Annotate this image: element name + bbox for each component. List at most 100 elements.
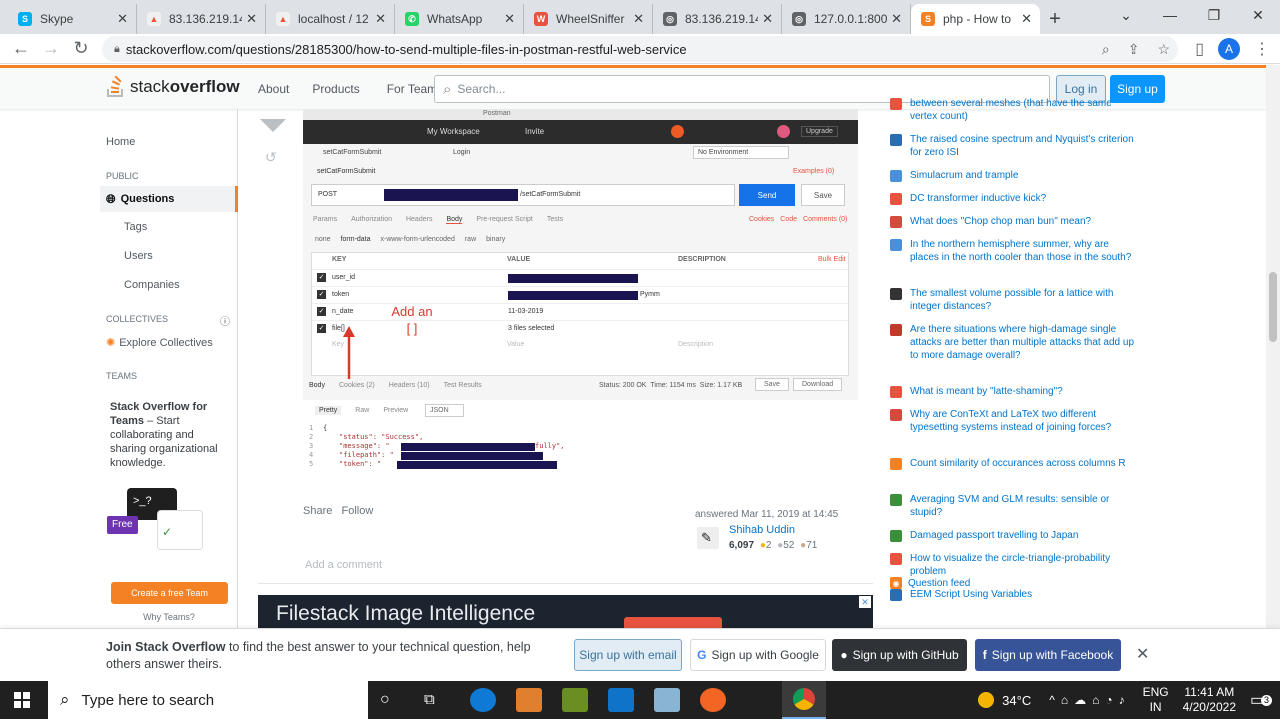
browser-tab[interactable]: ✆ WhatsApp ✕ [395, 4, 524, 34]
taskbar-search[interactable]: ⌕ Type here to search [48, 681, 368, 719]
hot-question-link[interactable]: between several meshes (that have the sa… [890, 97, 1135, 123]
url-bar[interactable]: 🔒︎ stackoverflow.com/questions/28185300/… [102, 36, 1178, 62]
hot-question-link[interactable]: In the northern hemisphere summer, why a… [890, 238, 1135, 264]
menu-kebab-icon[interactable]: ⋮ [1254, 39, 1270, 59]
tab-close-icon[interactable]: ✕ [891, 11, 902, 27]
notification-icon[interactable]: ▭ 3 [1250, 690, 1280, 710]
share-icon[interactable]: ⇪ [1128, 41, 1140, 58]
nav-explore-collectives[interactable]: ✺ Explore Collectives [106, 336, 213, 349]
follow-link[interactable]: Follow [342, 505, 374, 517]
clock[interactable]: 11:41 AM 4/20/2022 [1183, 685, 1236, 715]
back-icon[interactable]: ← [6, 38, 36, 59]
header-link-about[interactable]: About [249, 82, 298, 96]
create-team-button[interactable]: Create a free Team [111, 582, 228, 604]
stackoverflow-logo[interactable]: stack overflow [106, 76, 240, 98]
why-teams-link[interactable]: Why Teams? [101, 610, 237, 624]
browser-tab[interactable]: ▲ localhost / 12 ✕ [266, 4, 395, 34]
notepad-icon[interactable] [654, 688, 680, 712]
browser-tab[interactable]: S Skype ✕ [8, 4, 137, 34]
browser-tab[interactable]: ▲ 83.136.219.14 ✕ [137, 4, 266, 34]
weather-icon[interactable] [978, 692, 995, 708]
logo-text-stack: stack [130, 77, 170, 96]
sublime-icon[interactable] [700, 688, 726, 712]
scrollbar-thumb[interactable] [1269, 272, 1277, 342]
pm-subtab: Headers [405, 216, 433, 223]
tab-close-icon[interactable]: ✕ [117, 11, 128, 27]
hot-question-link[interactable]: Averaging SVM and GLM results: sensible … [890, 493, 1135, 519]
temperature[interactable]: 34°C [1002, 693, 1031, 708]
hot-question-link[interactable]: Simulacrum and trample [890, 169, 1135, 182]
pm-body-type: x-www-form-urlencoded [380, 236, 455, 243]
signup-google-button[interactable]: G Sign up with Google [690, 639, 826, 671]
hot-question-link[interactable]: EEM Script Using Variables [890, 588, 1135, 601]
history-icon[interactable]: ↺ [265, 149, 277, 166]
browser-tab[interactable]: ◎ 127.0.0.1:800 ✕ [782, 4, 911, 34]
new-tab-button[interactable]: + [1040, 4, 1070, 34]
nav-users[interactable]: Users [124, 250, 153, 262]
bookmark-star-icon[interactable]: ☆ [1157, 41, 1170, 58]
cortana-icon[interactable]: ○ [380, 691, 390, 709]
hot-question-link[interactable]: What is meant by "latte-shaming"? [890, 385, 1135, 398]
nav-home[interactable]: Home [106, 136, 135, 148]
browser-tab[interactable]: Sphp - How to ✕ [911, 4, 1040, 34]
tray-icons[interactable]: ^⌂☁⌂◔♪ [1049, 693, 1130, 707]
hot-question-link[interactable]: Count similarity of occurances across co… [890, 457, 1135, 470]
user-avatar[interactable]: ✎ [697, 527, 719, 549]
close-window-button[interactable]: ✕ [1236, 0, 1280, 30]
signup-email-button[interactable]: Sign up with email [574, 639, 682, 671]
hot-question-link[interactable]: Damaged passport travelling to Japan [890, 529, 1135, 542]
hot-question-link[interactable]: Are there situations where high-damage s… [890, 323, 1135, 362]
pm-body: setCatFormSubmit Login No Environment se… [303, 144, 858, 483]
tab-close-icon[interactable]: ✕ [246, 11, 257, 27]
tab-label: WheelSniffer [556, 12, 625, 26]
language-indicator[interactable]: ENG IN [1143, 685, 1169, 715]
hot-question-link[interactable]: How to visualize the circle-triangle-pro… [890, 552, 1135, 578]
forward-icon[interactable]: → [36, 38, 66, 59]
page-scrollbar[interactable] [1266, 65, 1280, 681]
tab-close-icon[interactable]: ✕ [762, 11, 773, 27]
ad-banner[interactable]: Filestack Image Intelligence ✕ [258, 595, 873, 631]
zoom-icon[interactable]: ⌕ [1102, 41, 1110, 58]
tab-search-icon[interactable]: ⌄ [1104, 0, 1148, 30]
windows-start-icon[interactable] [14, 692, 30, 708]
pm-response-tab: Cookies (2) [338, 382, 375, 389]
hot-question-link[interactable]: The raised cosine spectrum and Nyquist's… [890, 133, 1135, 159]
search-icon: ⌕ [443, 80, 452, 98]
hot-question-link[interactable]: DC transformer inductive kick? [890, 192, 1135, 205]
header-link-products[interactable]: Products [298, 82, 368, 96]
browser-tab[interactable]: ◎ 83.136.219.14 ✕ [653, 4, 782, 34]
pm-form-row: ✓ token Pymm [312, 286, 848, 303]
minimize-button[interactable]: — [1148, 0, 1192, 30]
nav-tags[interactable]: Tags [124, 221, 147, 233]
hot-question-link[interactable]: Why are ConTeXt and LaTeX two different … [890, 408, 1135, 434]
ad-close-icon[interactable]: ✕ [859, 596, 871, 608]
reload-icon[interactable]: ↻ [66, 38, 96, 59]
maximize-button[interactable]: ❐ [1192, 0, 1236, 30]
side-panel-icon[interactable]: ▯ [1195, 39, 1204, 59]
task-view-icon[interactable]: ⧉ [424, 691, 435, 708]
add-comment-link[interactable]: Add a comment [305, 559, 382, 571]
signup-github-button[interactable]: ● Sign up with GitHub [832, 639, 967, 671]
vscode-icon[interactable] [608, 688, 634, 712]
tab-close-icon[interactable]: ✕ [504, 11, 515, 27]
banner-close-icon[interactable]: ✕ [1136, 644, 1149, 664]
hot-question-link[interactable]: The smallest volume possible for a latti… [890, 287, 1135, 313]
signup-facebook-button[interactable]: f Sign up with Facebook [975, 639, 1121, 671]
tab-close-icon[interactable]: ✕ [375, 11, 386, 27]
filezilla-icon[interactable] [562, 688, 588, 712]
downvote-icon[interactable] [260, 119, 286, 132]
chrome-taskbar-button[interactable] [782, 681, 826, 719]
xampp-icon[interactable] [516, 688, 542, 712]
share-link[interactable]: Share [303, 505, 332, 517]
nav-questions[interactable]: 🌐︎ Questions [100, 186, 238, 212]
hot-question-link[interactable]: What does "Chop chop man bun" mean? [890, 215, 1135, 228]
tab-close-icon[interactable]: ✕ [1021, 11, 1032, 27]
tab-close-icon[interactable]: ✕ [633, 11, 644, 27]
browser-tab[interactable]: W WheelSniffer ✕ [524, 4, 653, 34]
info-icon[interactable]: ⓘ [220, 313, 230, 328]
nav-companies[interactable]: Companies [124, 279, 180, 291]
edge-icon[interactable] [470, 688, 496, 712]
user-name-link[interactable]: Shihab Uddin [729, 524, 795, 536]
profile-avatar[interactable]: A [1218, 38, 1240, 60]
question-feed-link[interactable]: ◉ Question feed [890, 577, 970, 589]
